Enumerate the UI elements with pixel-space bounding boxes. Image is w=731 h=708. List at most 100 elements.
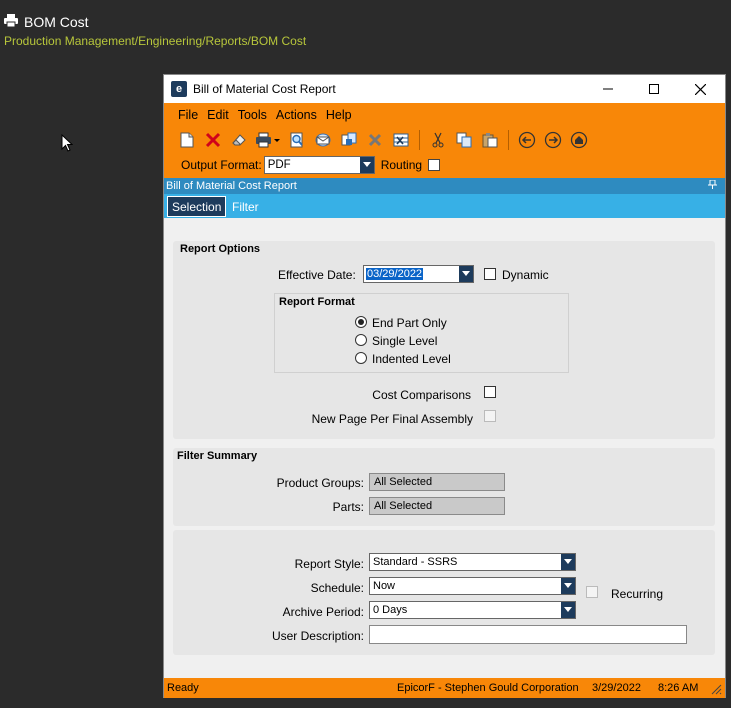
dynamic-checkbox[interactable] — [484, 268, 496, 280]
recurring-checkbox[interactable] — [586, 586, 598, 598]
filter-summary-group: Filter Summary Product Groups: All Selec… — [173, 448, 715, 526]
cost-comparisons-label: Cost Comparisons — [372, 388, 471, 402]
panel-header: Bill of Material Cost Report — [164, 178, 725, 194]
status-bar: Ready EpicorF - Stephen Gould Corporatio… — [164, 678, 725, 698]
copy-icon — [456, 132, 472, 148]
excel-button[interactable] — [390, 129, 412, 151]
forward-icon — [544, 131, 562, 149]
new-button[interactable] — [176, 129, 198, 151]
report-style-label: Report Style: — [294, 557, 364, 571]
toolbar — [176, 128, 594, 152]
printer-icon — [4, 14, 18, 30]
print-preview-button[interactable] — [286, 129, 308, 151]
report-format-box: Report Format End Part Only Single Level… — [274, 293, 569, 373]
menu-bar: File Edit Tools Actions Help — [178, 108, 361, 122]
delete-button[interactable] — [202, 129, 224, 151]
effective-date-input[interactable]: 03/29/2022 — [363, 265, 474, 283]
parts-field[interactable]: All Selected — [369, 497, 505, 515]
window-titlebar[interactable]: e Bill of Material Cost Report — [164, 75, 725, 103]
dynamic-label: Dynamic — [502, 268, 549, 282]
generate-icon — [341, 132, 357, 146]
menu-tools[interactable]: Tools — [238, 108, 272, 122]
status-company: EpicorF - Stephen Gould Corporation — [397, 682, 579, 694]
menu-edit[interactable]: Edit — [207, 108, 234, 122]
back-button[interactable] — [516, 129, 538, 151]
paste-button[interactable] — [479, 129, 501, 151]
archive-period-select[interactable]: 0 Days — [369, 601, 576, 619]
maximize-icon — [649, 84, 659, 94]
calendar-dropdown-icon[interactable] — [459, 266, 473, 282]
tab-bar: Selection Filter — [164, 194, 725, 218]
single-level-label: Single Level — [372, 334, 438, 348]
breadcrumb[interactable]: Production Management/Engineering/Report… — [4, 34, 306, 48]
routing-checkbox[interactable] — [428, 159, 441, 171]
new-icon — [180, 132, 194, 148]
radio-end-part-only[interactable] — [355, 316, 367, 328]
forward-button[interactable] — [542, 129, 564, 151]
recurring-label: Recurring — [611, 587, 664, 601]
home-icon — [570, 131, 588, 149]
resize-grip-icon[interactable] — [711, 684, 722, 698]
clear-button[interactable] — [228, 129, 250, 151]
cancel-report-button[interactable] — [364, 129, 386, 151]
cut-icon — [432, 132, 444, 148]
cost-comparisons-checkbox[interactable] — [484, 386, 496, 398]
clear-icon — [232, 134, 246, 146]
copy-button[interactable] — [453, 129, 475, 151]
back-icon — [518, 131, 536, 149]
schedule-group: Report Style: Standard - SSRS Schedule: … — [173, 530, 715, 655]
cut-button[interactable] — [427, 129, 449, 151]
menu-file[interactable]: File — [178, 108, 203, 122]
output-format-label: Output Format: — [181, 158, 262, 172]
menu-help[interactable]: Help — [326, 108, 357, 122]
email-icon — [315, 133, 331, 147]
new-page-checkbox[interactable] — [484, 410, 496, 422]
toolbar-area: File Edit Tools Actions Help Output Form… — [164, 103, 725, 178]
print-preview-icon — [290, 132, 303, 148]
radio-indented-level[interactable] — [355, 352, 367, 364]
close-button[interactable] — [685, 79, 715, 99]
generate-button[interactable] — [338, 129, 360, 151]
minimize-icon — [603, 88, 613, 90]
filter-summary-title: Filter Summary — [177, 450, 258, 462]
status-time: 8:26 AM — [658, 682, 699, 694]
radio-single-level[interactable] — [355, 334, 367, 346]
indented-level-label: Indented Level — [372, 352, 451, 366]
report-options-group: Report Options Effective Date: 03/29/202… — [173, 241, 715, 439]
print-button[interactable] — [254, 129, 282, 151]
home-button[interactable] — [568, 129, 590, 151]
end-part-only-label: End Part Only — [372, 316, 447, 330]
chevron-down-icon[interactable] — [561, 602, 575, 618]
tab-filter[interactable]: Filter — [232, 200, 259, 214]
excel-icon — [393, 133, 409, 147]
status-date: 3/29/2022 — [592, 682, 641, 694]
chevron-down-icon[interactable] — [359, 157, 374, 173]
cancel-icon — [368, 133, 382, 147]
mouse-cursor-icon — [61, 133, 74, 156]
user-description-label: User Description: — [271, 629, 364, 643]
user-description-input[interactable] — [369, 625, 687, 644]
product-groups-field[interactable]: All Selected — [369, 473, 505, 491]
tab-selection[interactable]: Selection — [167, 196, 227, 217]
product-groups-label: Product Groups: — [276, 476, 364, 490]
schedule-select[interactable]: Now — [369, 577, 576, 595]
maximize-button[interactable] — [639, 79, 669, 99]
status-state: Ready — [167, 682, 199, 694]
report-style-select[interactable]: Standard - SSRS — [369, 553, 576, 571]
chevron-down-icon[interactable] — [561, 578, 575, 594]
close-icon — [694, 83, 706, 95]
schedule-label: Schedule: — [310, 581, 364, 595]
parts-label: Parts: — [332, 500, 364, 514]
report-window: e Bill of Material Cost Report File Edit… — [163, 74, 726, 698]
window-title: Bill of Material Cost Report — [193, 82, 336, 96]
chevron-down-icon[interactable] — [561, 554, 575, 570]
output-format-select[interactable]: PDF — [263, 156, 375, 174]
menu-actions[interactable]: Actions — [276, 108, 322, 122]
minimize-button[interactable] — [593, 79, 623, 99]
email-button[interactable] — [312, 129, 334, 151]
effective-date-label: Effective Date: — [278, 268, 356, 282]
delete-icon — [205, 132, 221, 148]
pin-icon[interactable] — [708, 179, 717, 192]
panel-title: Bill of Material Cost Report — [166, 180, 297, 192]
output-format-row: Output Format: PDF Routing — [181, 156, 441, 174]
